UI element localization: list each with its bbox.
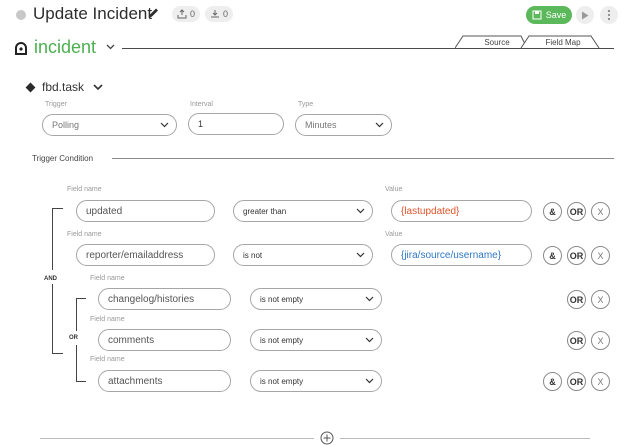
chevron-down-icon: [356, 208, 365, 214]
value-input[interactable]: {jira/source/username}: [391, 244, 532, 266]
chevron-down-icon: [365, 296, 374, 302]
interval-input[interactable]: 1: [188, 113, 284, 135]
upload-count: 0: [190, 9, 196, 19]
type-select[interactable]: Minutes: [295, 114, 392, 136]
type-value: Minutes: [305, 120, 337, 130]
operator-value: is not: [243, 250, 263, 260]
more-button[interactable]: [600, 6, 618, 24]
trigger-value: Polling: [52, 120, 80, 130]
add-or-button[interactable]: OR: [567, 331, 586, 350]
trigger-condition-divider: [112, 158, 614, 159]
remove-button[interactable]: X: [591, 331, 610, 350]
value-label: Value: [385, 186, 403, 193]
add-and-button[interactable]: &: [543, 202, 562, 221]
operator-select[interactable]: is not: [233, 244, 373, 266]
type-label: Type: [298, 101, 314, 108]
interval-label: Interval: [190, 101, 213, 108]
value-input[interactable]: {lastupdated}: [391, 200, 532, 222]
field-name-label: Field name: [90, 316, 125, 323]
download-button[interactable]: 0: [205, 6, 234, 22]
bottom-divider-left: [40, 438, 314, 439]
operator-select[interactable]: is not empty: [250, 370, 382, 392]
object-name[interactable]: incident: [34, 37, 96, 58]
add-circle-icon[interactable]: [320, 431, 334, 445]
chevron-down-icon[interactable]: [106, 44, 115, 50]
tab-field-map[interactable]: Field Map: [531, 36, 595, 48]
remove-button[interactable]: X: [591, 246, 610, 265]
remove-button[interactable]: X: [591, 372, 610, 391]
page-title: Update Incident: [33, 4, 153, 23]
add-and-button[interactable]: &: [543, 372, 562, 391]
add-or-button[interactable]: OR: [567, 246, 586, 265]
upload-button[interactable]: 0: [172, 6, 201, 22]
operator-value: is not empty: [260, 294, 304, 304]
download-icon: [211, 10, 219, 18]
kebab-icon: [607, 9, 611, 21]
operator-select[interactable]: is not empty: [250, 288, 382, 310]
trigger-condition-label: Trigger Condition: [32, 154, 94, 163]
trigger-label: Trigger: [45, 101, 67, 108]
operator-select[interactable]: is not empty: [250, 329, 382, 351]
chevron-down-icon: [375, 122, 384, 128]
field-name-label: Field name: [90, 356, 125, 363]
run-button[interactable]: [576, 6, 594, 24]
add-or-button[interactable]: OR: [567, 290, 586, 309]
operator-value: is not empty: [260, 335, 304, 345]
field-name-input[interactable]: updated: [76, 200, 215, 222]
field-name-input[interactable]: comments: [98, 329, 231, 351]
operator-select[interactable]: greater than: [233, 200, 373, 222]
add-or-button[interactable]: OR: [567, 202, 586, 221]
trigger-select[interactable]: Polling: [42, 114, 177, 136]
save-button[interactable]: Save: [526, 6, 572, 24]
chevron-down-icon: [365, 337, 374, 343]
tab-source[interactable]: Source: [466, 36, 528, 48]
field-name-label: Field name: [67, 186, 102, 193]
object-icon: [15, 42, 27, 55]
operator-value: greater than: [243, 206, 287, 216]
field-name-input[interactable]: attachments: [98, 370, 231, 392]
save-label: Save: [545, 10, 567, 20]
bottom-divider-right: [340, 438, 590, 439]
field-name-label: Field name: [90, 275, 125, 282]
chevron-down-icon: [365, 378, 374, 384]
chevron-down-icon[interactable]: [93, 84, 103, 91]
add-or-button[interactable]: OR: [567, 372, 586, 391]
task-name[interactable]: fbd.task: [42, 80, 84, 94]
status-dot: [16, 10, 26, 20]
chevron-down-icon: [356, 252, 365, 258]
operator-value: is not empty: [260, 376, 304, 386]
field-name-label: Field name: [67, 231, 102, 238]
remove-button[interactable]: X: [591, 290, 610, 309]
pencil-icon[interactable]: [147, 6, 159, 20]
save-icon: [532, 10, 542, 20]
remove-button[interactable]: X: [591, 202, 610, 221]
and-connector[interactable]: AND: [44, 276, 57, 282]
play-icon: [582, 11, 589, 19]
download-count: 0: [223, 9, 229, 19]
field-name-input[interactable]: reporter/emailaddress: [76, 244, 215, 266]
add-and-button[interactable]: &: [543, 246, 562, 265]
field-name-input[interactable]: changelog/histories: [98, 288, 231, 310]
chevron-down-icon: [160, 122, 169, 128]
value-label: Value: [385, 231, 403, 238]
upload-icon: [177, 9, 187, 19]
task-icon: [25, 82, 36, 93]
or-connector[interactable]: OR: [69, 335, 78, 341]
